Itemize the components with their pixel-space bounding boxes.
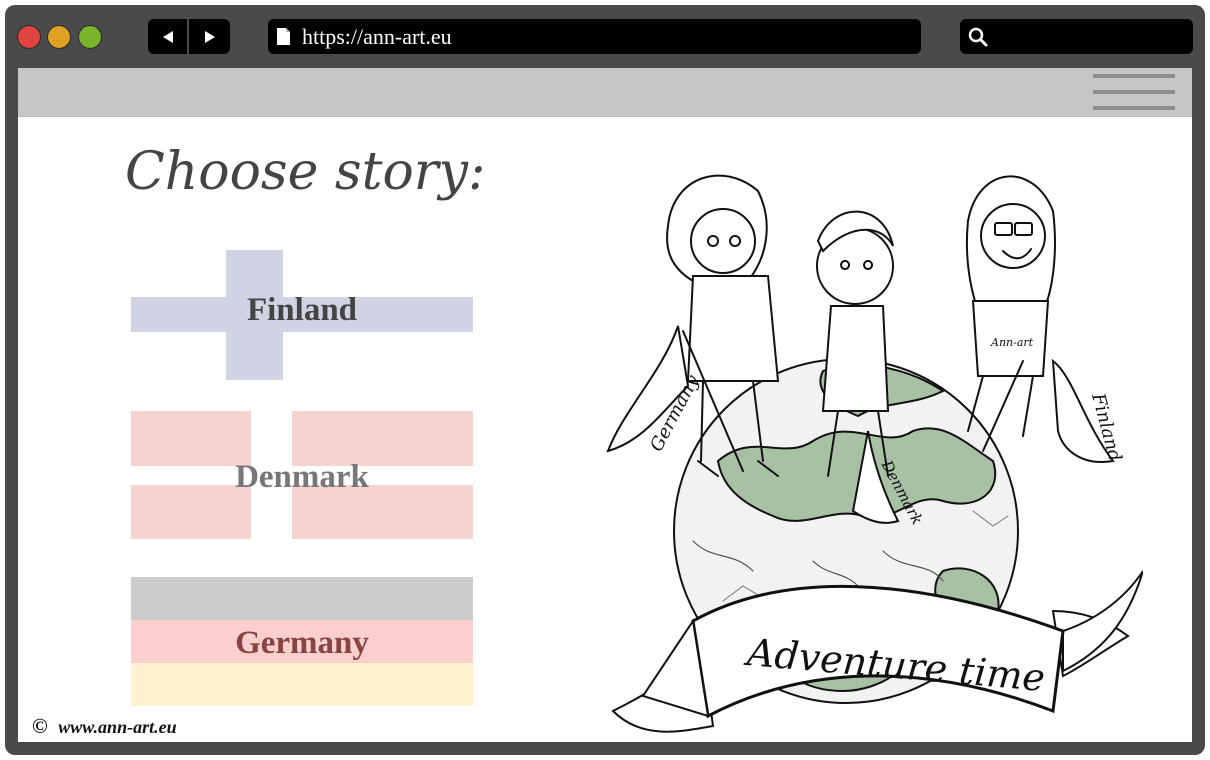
magnifier-icon	[968, 27, 988, 46]
document-icon	[277, 28, 290, 45]
browser-window: https://ann-art.eu Choose story: Finland…	[5, 5, 1205, 755]
forward-button[interactable]	[189, 19, 230, 54]
footer: © www.ann-art.eu	[32, 714, 177, 739]
story-finland[interactable]: Finland	[131, 250, 473, 380]
page-content: Choose story: Finland Denmark Germany © …	[18, 68, 1192, 742]
footer-site-link[interactable]: www.ann-art.eu	[58, 717, 176, 737]
hamburger-menu-icon[interactable]	[1093, 74, 1175, 112]
back-button[interactable]	[148, 19, 189, 54]
url-text: https://ann-art.eu	[302, 23, 452, 49]
story-label-denmark: Denmark	[235, 459, 369, 495]
flag-stripe-top	[131, 577, 473, 620]
triangle-right-icon	[204, 30, 215, 43]
triangle-left-icon	[162, 30, 173, 43]
flag-quadrant	[131, 411, 251, 466]
adventure-illustration: Adventure time Germany Denmark Finland A…	[606, 174, 1143, 733]
story-label-finland: Finland	[246, 292, 358, 328]
copyright-symbol: ©	[32, 714, 48, 738]
shirt-text: Ann-art	[990, 336, 1034, 349]
story-denmark[interactable]: Denmark	[131, 411, 473, 539]
address-bar[interactable]: https://ann-art.eu	[268, 19, 921, 54]
close-window-button[interactable]	[17, 25, 41, 49]
page-title: Choose story:	[125, 142, 486, 202]
navigation-buttons	[148, 19, 230, 54]
site-header	[18, 68, 1192, 117]
flag-stripe-bottom	[131, 663, 473, 706]
zoom-window-button[interactable]	[78, 25, 102, 49]
story-germany[interactable]: Germany	[131, 577, 473, 706]
search-bar[interactable]	[960, 19, 1193, 54]
minimize-window-button[interactable]	[47, 25, 71, 49]
flag-quadrant	[292, 411, 473, 466]
story-label-germany: Germany	[235, 625, 369, 661]
